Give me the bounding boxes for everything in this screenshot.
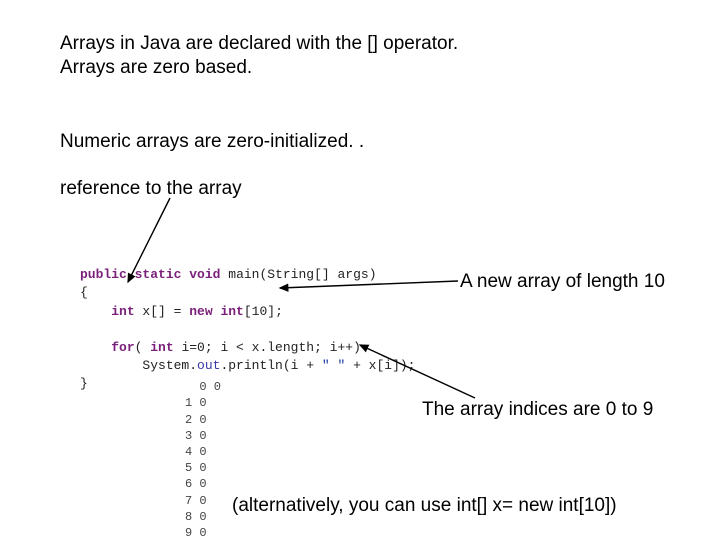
string-literal: " " bbox=[322, 358, 345, 373]
reference-label: reference to the array bbox=[60, 177, 242, 201]
intro-text: Arrays in Java are declared with the [] … bbox=[60, 32, 458, 80]
kw-int-3: int bbox=[150, 340, 173, 355]
decl-end: [10]; bbox=[244, 304, 283, 319]
kw-int-1: int bbox=[111, 304, 134, 319]
intro-line-2: Arrays are zero based. bbox=[60, 57, 252, 78]
kw-void: void bbox=[189, 267, 220, 282]
intro-line-1: Arrays in Java are declared with the [] … bbox=[60, 33, 458, 54]
kw-public: public bbox=[80, 267, 127, 282]
new-array-annotation: A new array of length 10 bbox=[460, 270, 665, 294]
println-indent: System. bbox=[80, 358, 197, 373]
kw-new: new bbox=[189, 304, 212, 319]
main-sig: main(String[] args) bbox=[220, 267, 376, 282]
output-block: 0 0 1 0 2 0 3 0 4 0 5 0 6 0 7 0 8 0 9 0 bbox=[185, 363, 221, 541]
for-cond: i=0; i < x.length; i++) bbox=[174, 340, 361, 355]
alternative-text: (alternatively, you can use int[] x= new… bbox=[232, 494, 617, 518]
brace-open: { bbox=[80, 285, 88, 300]
brace-close: } bbox=[80, 376, 88, 391]
code-block: public static void main(String[] args) {… bbox=[80, 248, 415, 394]
kw-static: static bbox=[135, 267, 182, 282]
decl-rest: x[] = bbox=[135, 304, 190, 319]
indices-annotation: The array indices are 0 to 9 bbox=[422, 398, 653, 422]
zero-init-text: Numeric arrays are zero-initialized. . bbox=[60, 130, 364, 154]
kw-for: for bbox=[111, 340, 134, 355]
kw-int-2: int bbox=[213, 304, 244, 319]
